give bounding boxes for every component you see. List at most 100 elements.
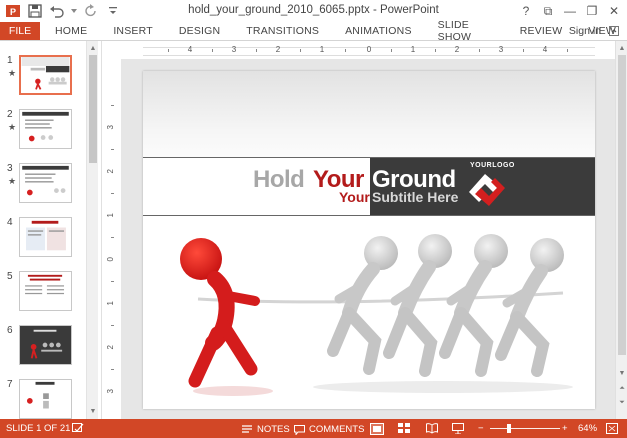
ruler-label: 3 <box>498 45 504 54</box>
notes-label: NOTES <box>257 424 290 435</box>
zoom-slider-thumb[interactable] <box>507 424 511 433</box>
ruler-label: 2 <box>106 345 115 350</box>
fit-slide-icon[interactable] <box>606 423 618 434</box>
notes-button[interactable]: NOTES <box>240 423 290 436</box>
slide-subtitle-your[interactable]: Your <box>339 189 370 205</box>
close-button[interactable]: ✕ <box>603 2 625 20</box>
thumbnail-number: 2 <box>7 109 13 120</box>
tab-insert[interactable]: INSERT <box>98 22 164 40</box>
horizontal-ruler: 4 3 2 1 0 1 2 3 4 <box>103 41 615 59</box>
comments-icon <box>292 423 306 436</box>
thumbnail-number: 1 <box>7 55 13 66</box>
thumbnail-slide-3[interactable] <box>19 163 72 203</box>
file-tab[interactable]: FILE <box>0 22 40 40</box>
slide-counter: SLIDE 1 OF 21 <box>6 423 71 434</box>
grey-figures <box>313 234 573 393</box>
next-slide-icon[interactable]: ⏷ <box>616 397 627 409</box>
tab-review[interactable]: REVIEW <box>505 22 574 40</box>
ruler-label: 1 <box>319 45 325 54</box>
thumbnail-item[interactable]: 5 <box>0 271 86 321</box>
zoom-out-button[interactable]: − <box>478 423 484 434</box>
ruler-label: 3 <box>106 125 115 130</box>
ribbon-tabs: FILE HOME INSERT DESIGN TRANSITIONS ANIM… <box>0 19 627 43</box>
thumbnail-slide-2[interactable] <box>19 109 72 149</box>
vertical-ruler: 3 2 1 0 1 2 3 <box>103 59 121 419</box>
zoom-slider[interactable] <box>490 428 560 429</box>
ruler-label: 0 <box>106 257 115 262</box>
ruler-label: 1 <box>106 301 115 306</box>
minimize-button[interactable]: — <box>559 2 581 20</box>
zoom-level[interactable]: 64% <box>578 423 597 434</box>
tab-animations[interactable]: ANIMATIONS <box>330 22 423 40</box>
slide-thumbnail-pane: 1 ★ 2 ★ 3 ★ 4 5 6 7 <box>0 41 98 419</box>
tab-transitions[interactable]: TRANSITIONS <box>231 22 330 40</box>
restore-button[interactable]: ❐ <box>581 2 603 20</box>
thumbnail-slide-1[interactable] <box>19 55 72 95</box>
tab-slide-show[interactable]: SLIDE SHOW <box>423 19 505 43</box>
reading-view-icon[interactable] <box>426 423 438 434</box>
slide-divider <box>143 215 595 216</box>
sign-in-link[interactable]: Sign in <box>569 25 601 37</box>
animation-star-icon: ★ <box>8 176 17 186</box>
thumbnail-number: 4 <box>7 217 13 228</box>
slide-show-icon[interactable] <box>452 423 464 434</box>
ruler-label: 3 <box>231 45 237 54</box>
thumbnail-item[interactable]: 3 ★ <box>0 163 86 213</box>
slide-scrollbar[interactable]: ▲ ▼ ⏶ ⏷ <box>615 41 627 419</box>
thumbnail-scrollbar[interactable]: ▲ ▼ <box>86 41 98 419</box>
thumbnail-item[interactable]: 2 ★ <box>0 109 86 159</box>
tug-of-war-illustration <box>180 234 573 396</box>
comments-label: COMMENTS <box>309 424 365 435</box>
thumbnail-item[interactable]: 6 <box>0 325 86 375</box>
ruler-label: 0 <box>366 45 372 54</box>
ruler-label: 2 <box>454 45 460 54</box>
animation-star-icon: ★ <box>8 122 17 132</box>
comments-button[interactable]: COMMENTS <box>292 423 364 436</box>
normal-view-icon[interactable] <box>370 423 384 435</box>
previous-slide-icon[interactable]: ⏶ <box>616 383 627 395</box>
collapse-ribbon-icon[interactable] <box>605 23 623 39</box>
thumbnail-item[interactable]: 7 <box>0 379 86 419</box>
scroll-down-icon[interactable]: ▼ <box>616 367 627 379</box>
zoom-in-button[interactable]: + <box>562 423 568 434</box>
ruler-label: 3 <box>106 389 115 394</box>
logo-text: YOURLOGO <box>470 162 515 169</box>
thumbnail-slide-5[interactable] <box>19 271 72 311</box>
slide-editing-area: 4 3 2 1 0 1 2 3 4 3 2 1 0 1 2 3 Hold You… <box>103 41 615 419</box>
logo-icon <box>465 170 509 210</box>
ruler-label: 2 <box>275 45 281 54</box>
ribbon-display-options-button[interactable]: ⧉ <box>537 2 559 20</box>
animation-star-icon: ★ <box>8 68 17 78</box>
ruler-label: 1 <box>410 45 416 54</box>
scroll-up-icon[interactable]: ▲ <box>616 42 627 54</box>
thumbnail-number: 7 <box>7 379 13 390</box>
help-button[interactable]: ? <box>515 2 537 20</box>
thumbnail-item[interactable]: 1 ★ <box>0 55 86 105</box>
slide-title-hold[interactable]: Hold <box>253 166 305 194</box>
ruler-label: 4 <box>542 45 548 54</box>
thumbnail-number: 3 <box>7 163 13 174</box>
red-figure <box>180 238 273 396</box>
thumbnail-item[interactable]: 4 <box>0 217 86 267</box>
notes-icon <box>240 423 254 436</box>
scrollbar-thumb[interactable] <box>89 55 97 163</box>
slide-subtitle-text[interactable]: Subtitle Here <box>372 189 458 205</box>
thumbnail-slide-7[interactable] <box>19 379 72 419</box>
tab-design[interactable]: DESIGN <box>164 22 231 40</box>
ruler-label: 1 <box>106 213 115 218</box>
thumbnail-slide-4[interactable] <box>19 217 72 257</box>
slide-sorter-icon[interactable] <box>398 423 411 434</box>
pane-divider[interactable] <box>98 41 102 419</box>
spelling-icon[interactable] <box>72 423 84 434</box>
ruler-label: 4 <box>187 45 193 54</box>
thumbnail-slide-6[interactable] <box>19 325 72 365</box>
thumbnail-number: 5 <box>7 271 13 282</box>
window-controls: ? ⧉ — ❐ ✕ <box>515 2 625 20</box>
slide-header-gradient <box>143 71 595 157</box>
status-bar: SLIDE 1 OF 21 NOTES COMMENTS − + 64% <box>0 419 627 438</box>
current-slide[interactable]: Hold Your Ground Your Subtitle Here YOUR… <box>143 71 595 409</box>
title-bar: P hold_your_ground_2010_6065.pptx - Powe… <box>0 0 627 22</box>
tab-home[interactable]: HOME <box>40 22 98 40</box>
ruler-label: 2 <box>106 169 115 174</box>
scrollbar-thumb[interactable] <box>618 55 626 355</box>
